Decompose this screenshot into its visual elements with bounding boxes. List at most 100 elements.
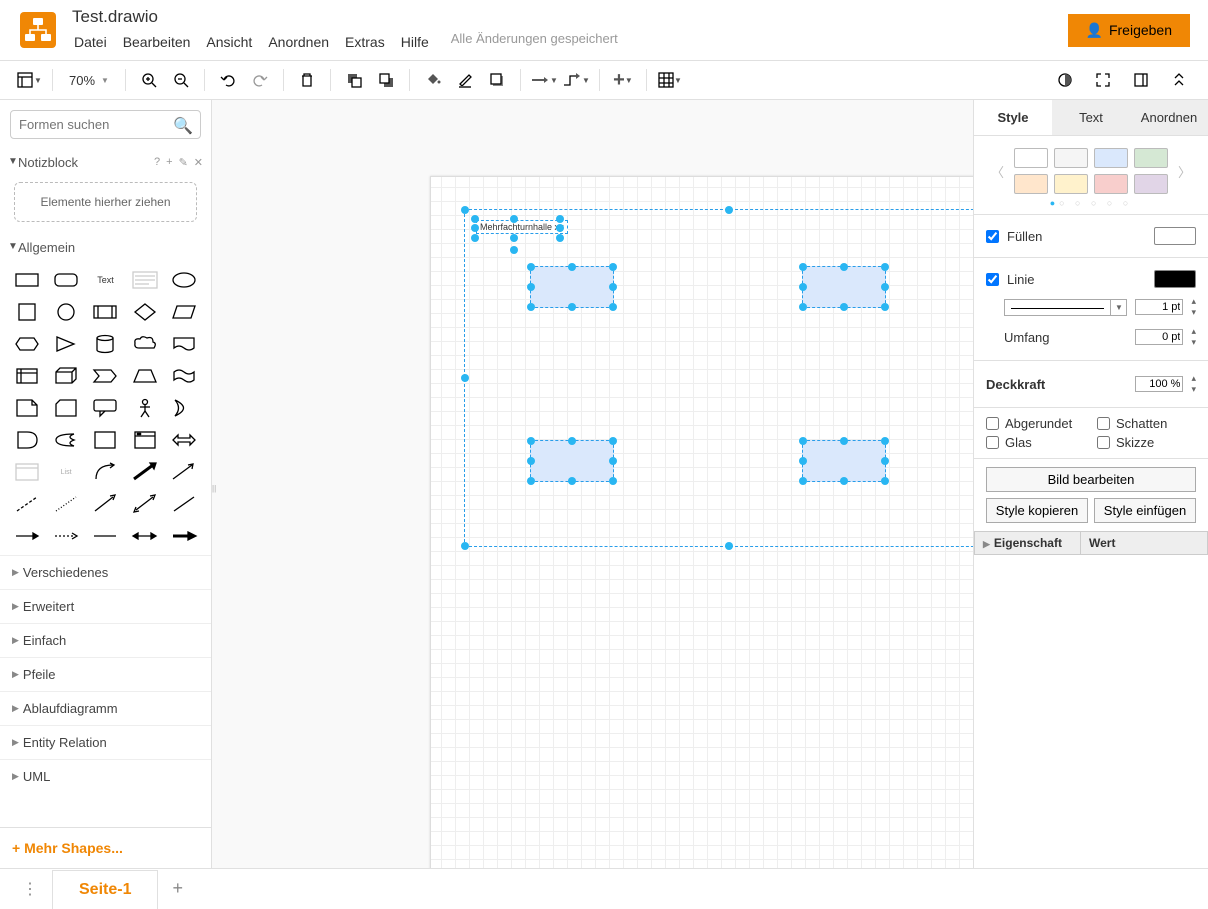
canvas-area[interactable]: || Mehrfachturnhalle xy (212, 100, 973, 868)
fullscreen-icon[interactable] (1088, 65, 1118, 95)
sketch-checkbox[interactable] (1097, 436, 1110, 449)
menu-anordnen[interactable]: Anordnen (262, 31, 339, 53)
swatch-red[interactable] (1094, 174, 1128, 194)
shape-text[interactable]: Text (87, 265, 124, 295)
copy-style-button[interactable]: Style kopieren (986, 498, 1088, 523)
shape-curve[interactable] (87, 457, 124, 487)
delete-icon[interactable] (292, 65, 322, 95)
shape-arrow-open[interactable] (166, 457, 203, 487)
shape-and[interactable] (8, 425, 45, 455)
share-button[interactable]: 👤 Freigeben (1068, 14, 1190, 47)
tab-style[interactable]: Style (974, 100, 1052, 135)
swatch-green[interactable] (1134, 148, 1168, 168)
cat-erweitert[interactable]: ▶Erweitert (0, 589, 211, 623)
menu-datei[interactable]: Datei (68, 31, 117, 53)
shadow-icon[interactable] (482, 65, 512, 95)
line-color-chip[interactable] (1154, 270, 1196, 288)
shape-process[interactable] (87, 297, 124, 327)
swatch-grey[interactable] (1054, 148, 1088, 168)
palette-scratchpad[interactable]: ▼Notizblock ?+✎✕ (0, 149, 211, 176)
selected-shape-1[interactable] (530, 266, 614, 308)
shape-ellipse[interactable] (166, 265, 203, 295)
cat-verschiedenes[interactable]: ▶Verschiedenes (0, 555, 211, 589)
shape-arrow-solid[interactable] (126, 457, 163, 487)
edit-image-button[interactable]: Bild bearbeiten (986, 467, 1196, 492)
shape-parallelogram[interactable] (166, 297, 203, 327)
zoom-out-icon[interactable] (166, 65, 196, 95)
shape-internal[interactable] (8, 361, 45, 391)
shape-step[interactable] (87, 361, 124, 391)
shape-line-plain[interactable] (166, 489, 203, 519)
rounded-checkbox[interactable] (986, 417, 999, 430)
selection-group[interactable] (464, 209, 973, 547)
shape-cylinder[interactable] (87, 329, 124, 359)
shape-card[interactable] (47, 393, 84, 423)
shape-triangle[interactable] (47, 329, 84, 359)
selected-shape-2[interactable] (802, 266, 886, 308)
shape-arrow-bi[interactable] (166, 425, 203, 455)
add-page-button[interactable]: + (158, 870, 197, 907)
shape-callout[interactable] (87, 393, 124, 423)
filename[interactable]: Test.drawio (66, 7, 1068, 27)
fill-color-chip[interactable] (1154, 227, 1196, 245)
zoom-select[interactable]: 70%▼ (61, 73, 117, 88)
swatch-next-icon[interactable]: 〉 (1174, 162, 1195, 181)
shadow-checkbox[interactable] (1097, 417, 1110, 430)
swatch-purple[interactable] (1134, 174, 1168, 194)
page-tab-1[interactable]: Seite-1 (52, 870, 158, 909)
page-menu-icon[interactable]: ⋮ (8, 871, 52, 907)
collapse-icon[interactable] (1164, 65, 1194, 95)
shape-actor[interactable] (126, 393, 163, 423)
shape-diamond[interactable] (126, 297, 163, 327)
shape-conn5[interactable] (166, 521, 203, 551)
scratch-edit-icon[interactable]: ✎ (179, 156, 188, 169)
cat-ablaufdiagramm[interactable]: ▶Ablaufdiagramm (0, 691, 211, 725)
shape-rect[interactable] (8, 265, 45, 295)
format-panel-icon[interactable] (1126, 65, 1156, 95)
scratch-help-icon[interactable]: ? (154, 156, 160, 169)
shape-tape[interactable] (166, 361, 203, 391)
shape-list2[interactable]: List (47, 457, 84, 487)
shape-label[interactable]: Mehrfachturnhalle xy (476, 220, 568, 234)
swatch-orange[interactable] (1014, 174, 1048, 194)
shape-biarrow-thin[interactable] (126, 489, 163, 519)
search-icon[interactable]: 🔍 (173, 116, 193, 136)
shape-datastore[interactable] (47, 425, 84, 455)
swatch-white[interactable] (1014, 148, 1048, 168)
shape-line-dot[interactable] (47, 489, 84, 519)
selected-shape-3[interactable] (530, 440, 614, 482)
cat-pfeile[interactable]: ▶Pfeile (0, 657, 211, 691)
shape-textbox[interactable] (126, 265, 163, 295)
shape-trapezoid[interactable] (126, 361, 163, 391)
to-back-icon[interactable] (371, 65, 401, 95)
menu-extras[interactable]: Extras (339, 31, 395, 53)
shape-rounded[interactable] (47, 265, 84, 295)
perimeter-input[interactable] (1135, 329, 1183, 345)
fill-color-icon[interactable] (418, 65, 448, 95)
shape-or[interactable] (166, 393, 203, 423)
menu-bearbeiten[interactable]: Bearbeiten (117, 31, 201, 53)
shape-line-dash[interactable] (8, 489, 45, 519)
shape-browser[interactable] (126, 425, 163, 455)
theme-icon[interactable] (1050, 65, 1080, 95)
scratchpad-dropzone[interactable]: Elemente hierher ziehen (14, 182, 197, 222)
scratch-add-icon[interactable]: + (166, 156, 172, 169)
line-checkbox[interactable] (986, 273, 999, 286)
insert-icon[interactable]: +▼ (608, 65, 638, 95)
swatch-blue[interactable] (1094, 148, 1128, 168)
shape-square[interactable] (8, 297, 45, 327)
redo-icon[interactable] (245, 65, 275, 95)
property-table-header[interactable]: ▶Eigenschaft Wert (974, 531, 1208, 555)
palette-general[interactable]: ▼Allgemein (0, 234, 211, 261)
cat-entity[interactable]: ▶Entity Relation (0, 725, 211, 759)
swatch-prev-icon[interactable]: 〈 (987, 162, 1008, 181)
shape-note[interactable] (8, 393, 45, 423)
shape-conn4[interactable] (126, 521, 163, 551)
cat-uml[interactable]: ▶UML (0, 759, 211, 793)
shape-document[interactable] (166, 329, 203, 359)
to-front-icon[interactable] (339, 65, 369, 95)
tab-arrange[interactable]: Anordnen (1130, 100, 1208, 135)
glass-checkbox[interactable] (986, 436, 999, 449)
shape-circle[interactable] (47, 297, 84, 327)
swatch-pager[interactable]: ●○ ○ ○ ○ ○ (974, 198, 1208, 214)
